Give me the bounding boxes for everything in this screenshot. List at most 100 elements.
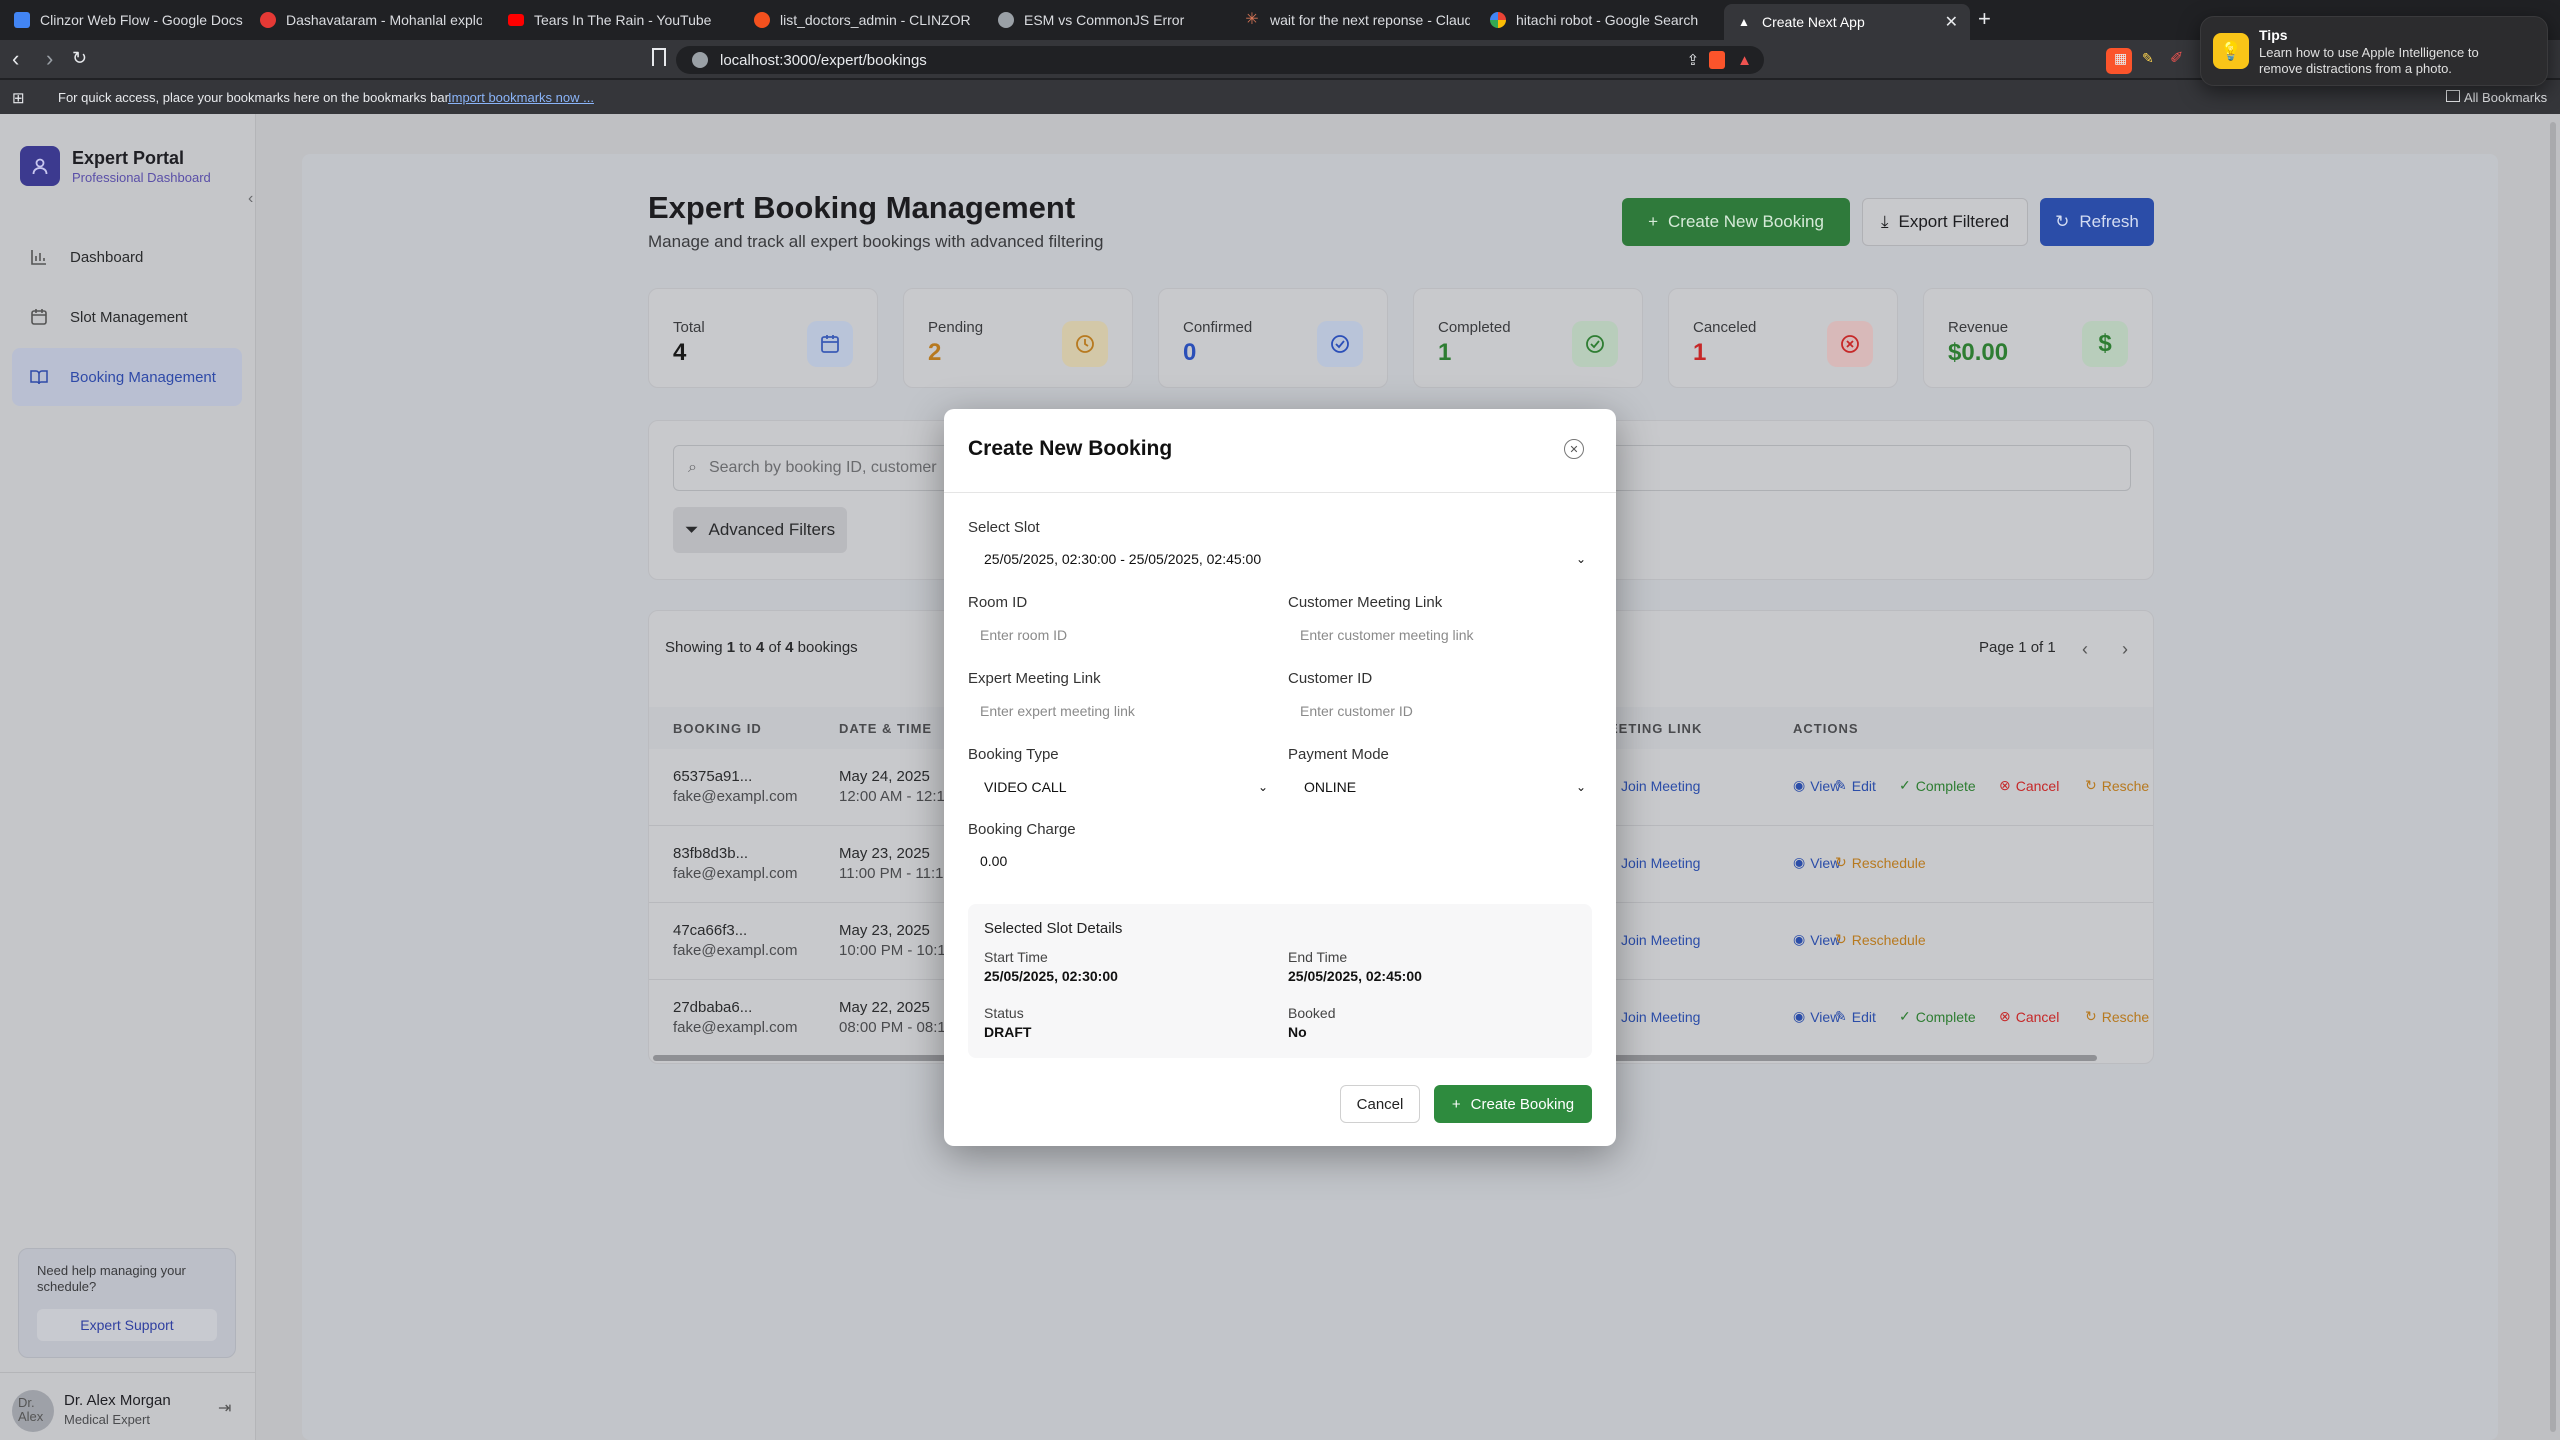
room-id-label: Room ID (968, 594, 1028, 611)
sidebar-item-booking-management[interactable]: Booking Management (12, 348, 242, 406)
join-meeting-link[interactable]: ▸Join Meeting (1609, 1008, 1700, 1025)
refresh-button[interactable]: ↻ Refresh (2040, 198, 2154, 246)
cancel-action[interactable]: ⊗ Cancel (1999, 1008, 2059, 1025)
sidebar-item-slot-management[interactable]: Slot Management (12, 288, 242, 346)
collapse-sidebar-icon[interactable]: ‹ (248, 190, 253, 208)
booking-date: May 24, 2025 (839, 768, 930, 785)
edit-action[interactable]: ✎ Edit (1835, 777, 1876, 794)
all-bookmarks[interactable]: All Bookmarks (2464, 90, 2547, 105)
tab-label: ESM vs CommonJS Error (1024, 12, 1185, 28)
view-action[interactable]: ◉ View (1793, 931, 1840, 948)
reschedule-action[interactable]: ↻ Reschedule (1835, 854, 1926, 871)
cancel-button[interactable]: Cancel (1340, 1085, 1420, 1123)
page-title: Expert Booking Management (648, 190, 1076, 225)
next-page-icon[interactable]: › (2109, 633, 2141, 665)
room-id-input[interactable]: Enter room ID (968, 615, 1268, 655)
customer-id-input[interactable]: Enter customer ID (1288, 691, 1592, 731)
customer-email: fake@exampl.com (673, 1019, 798, 1036)
booking-id[interactable]: 47ca66f3... (673, 921, 797, 941)
address-bar[interactable]: localhost:3000/expert/bookings ⇪ ▲ (676, 46, 1764, 74)
join-meeting-link[interactable]: ▸Join Meeting (1609, 777, 1700, 794)
advanced-filters-button[interactable]: ⏷ Advanced Filters (673, 507, 847, 553)
action-label: Cancel (2015, 1008, 2060, 1025)
customer-link-input[interactable]: Enter customer meeting link (1288, 615, 1592, 655)
avatar-alt-text: Dr. Alex (18, 1395, 44, 1424)
back-icon[interactable]: ‹ (12, 46, 19, 72)
import-bookmarks-link[interactable]: Import bookmarks now ... (448, 90, 594, 105)
browser-tab-google-search[interactable]: hitachi robot - Google Search (1490, 6, 1710, 34)
browser-tab-claude[interactable]: ✳ wait for the next reponse - Claude (1244, 6, 1470, 34)
apps-grid-icon[interactable]: ⊞ (12, 89, 25, 107)
create-booking-button[interactable]: + Create Booking (1434, 1085, 1592, 1123)
view-action[interactable]: ◉ View (1793, 777, 1840, 794)
booking-id[interactable]: 83fb8d3b... (673, 844, 797, 864)
stat-card-canceled: Canceled 1 (1668, 288, 1898, 388)
logout-icon[interactable]: ⇥ (218, 1398, 231, 1418)
expert-link-input[interactable]: Enter expert meeting link (968, 691, 1268, 731)
new-tab-icon[interactable]: + (1978, 6, 1991, 32)
booking-time: 11:00 PM - 11:15 (839, 865, 952, 882)
button-label: Export Filtered (1898, 212, 2010, 231)
action-label: Reschedule (1851, 931, 1926, 948)
browser-tab-youtube[interactable]: Tears In The Rain - YouTube (508, 6, 728, 34)
slot-select[interactable]: 25/05/2025, 02:30:00 - 25/05/2025, 02:45… (968, 539, 1592, 579)
booking-date: May 23, 2025 (839, 922, 930, 939)
complete-action[interactable]: ✓ Complete (1899, 1008, 1976, 1025)
youtube-favicon-icon (508, 14, 524, 26)
payment-mode-select[interactable]: ONLINE ⌄ (1288, 767, 1592, 807)
refresh-icon: ↻ (2055, 212, 2070, 231)
booked-value: No (1288, 1024, 1307, 1040)
alert-icon[interactable]: ▲ (1737, 52, 1752, 69)
sidebar-item-dashboard[interactable]: Dashboard (12, 228, 242, 286)
booking-id[interactable]: 65375a91... (673, 767, 797, 787)
showing-from: 1 (726, 639, 736, 656)
export-filtered-button[interactable]: ⤓ Export Filtered (1862, 198, 2028, 246)
search-icon: ⌕ (688, 459, 697, 476)
pen-extension-icon[interactable]: ✎ (2142, 50, 2154, 67)
browser-tab-dashavataram[interactable]: Dashavataram - Mohanlal explores (260, 6, 482, 34)
join-meeting-link[interactable]: ▸Join Meeting (1609, 931, 1700, 948)
stat-card-confirmed: Confirmed 0 (1158, 288, 1388, 388)
showing-prefix: Showing (665, 639, 723, 656)
close-icon[interactable]: ✕ (1564, 439, 1584, 459)
bookmark-icon[interactable] (652, 48, 666, 66)
reschedule-action[interactable]: ↻ Reschedule (1835, 931, 1926, 948)
create-new-booking-button[interactable]: + Create New Booking (1622, 198, 1850, 246)
edit-action[interactable]: ✎ Edit (1835, 1008, 1876, 1025)
vertical-scrollbar[interactable] (2550, 122, 2556, 1432)
booking-charge-value: 0.00 (980, 853, 1008, 869)
reschedule-action[interactable]: ↻ Resche (2085, 1008, 2149, 1025)
view-action[interactable]: ◉ View (1793, 1008, 1840, 1025)
stat-label: Completed (1438, 319, 1511, 336)
booking-id-cell: 83fb8d3b... fake@exampl.com (673, 844, 797, 884)
url-text[interactable]: localhost:3000/expert/bookings (720, 52, 927, 69)
reload-icon[interactable]: ↻ (72, 48, 87, 69)
share-icon[interactable]: ⇪ (1687, 51, 1700, 69)
reschedule-action[interactable]: ↻ Resche (2085, 777, 2149, 794)
tips-notification[interactable]: 💡 Tips Learn how to use Apple Intelligen… (2200, 16, 2548, 86)
browser-tab-google-docs[interactable]: Clinzor Web Flow - Google Docs (14, 6, 254, 34)
stat-label: Total (673, 319, 705, 336)
forward-icon[interactable]: › (46, 46, 53, 72)
action-label: Resche (2101, 777, 2150, 794)
browser-tab-esm[interactable]: ESM vs CommonJS Error (998, 6, 1218, 34)
prev-page-icon[interactable]: ‹ (2069, 633, 2101, 665)
browser-tab-clinzor[interactable]: list_doctors_admin - CLINZOR Wo (754, 6, 974, 34)
brave-icon[interactable] (1709, 51, 1726, 69)
close-tab-icon[interactable]: ✕ (1945, 12, 1958, 32)
booking-id[interactable]: 27dbaba6... (673, 998, 797, 1018)
annotate-extension-icon[interactable]: ✐ (2170, 48, 2183, 68)
plus-icon: + (1451, 1095, 1461, 1113)
booking-type-select[interactable]: VIDEO CALL ⌄ (968, 767, 1268, 807)
edit-icon: ✎ (1835, 1008, 1847, 1024)
booking-charge-input[interactable]: 0.00 (968, 841, 1268, 881)
view-action[interactable]: ◉ View (1793, 854, 1840, 871)
browser-tab-active[interactable]: ▲ Create Next App ✕ (1724, 4, 1970, 40)
site-info-icon[interactable] (692, 52, 708, 68)
expert-support-button[interactable]: Expert Support (37, 1309, 217, 1341)
cancel-action[interactable]: ⊗ Cancel (1999, 777, 2059, 794)
join-meeting-link[interactable]: ▸Join Meeting (1609, 854, 1700, 871)
expert-link-placeholder: Enter expert meeting link (980, 703, 1135, 719)
complete-action[interactable]: ✓ Complete (1899, 777, 1976, 794)
extension-icon[interactable]: ▦ (2114, 50, 2127, 67)
